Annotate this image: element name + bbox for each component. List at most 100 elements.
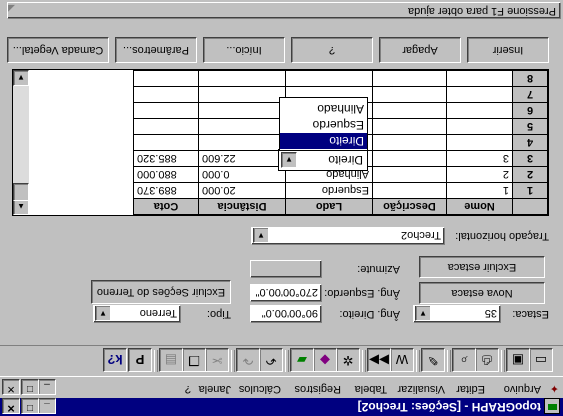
close-button[interactable]: ✕ <box>2 398 20 414</box>
menu-registros[interactable]: Registros <box>295 383 341 395</box>
cell-descricao[interactable] <box>372 182 447 199</box>
lado-option-alinhado[interactable]: Alinhado <box>280 101 367 117</box>
column-header-lado[interactable]: Lado <box>285 198 373 215</box>
redo-icon[interactable]: ↷ <box>236 348 260 372</box>
cell-distancia[interactable]: 0.000 <box>198 166 286 183</box>
chevron-down-icon[interactable]: ▼ <box>415 305 431 321</box>
copy-icon[interactable]: ❐ <box>182 348 206 372</box>
cell-nome[interactable] <box>446 118 513 135</box>
minimize-button[interactable]: _ <box>38 398 56 414</box>
chevron-down-icon[interactable]: ▼ <box>253 227 269 243</box>
paste-icon[interactable]: ▤ <box>159 348 183 372</box>
print-icon[interactable]: ⎙ <box>475 348 499 372</box>
zoom-window-icon[interactable]: W <box>390 348 414 372</box>
cell-nome[interactable] <box>446 70 513 87</box>
tipo-select[interactable]: Terreno ▼ <box>93 305 181 323</box>
cell-descricao[interactable] <box>372 86 447 103</box>
cell-descricao[interactable] <box>372 166 447 183</box>
cell-nome[interactable]: 3 <box>446 150 513 167</box>
cell-descricao[interactable] <box>372 102 447 119</box>
estaca-select[interactable]: 35 ▼ <box>413 305 501 323</box>
cell-distancia[interactable] <box>198 134 286 151</box>
lado-dropdown[interactable]: Direito ▼ <box>278 149 368 171</box>
save-icon[interactable]: ▣ <box>506 348 530 372</box>
cell-nome[interactable]: 1 <box>446 182 513 199</box>
cell-cota[interactable]: 880.000 <box>133 166 199 183</box>
cell-distancia[interactable] <box>198 86 286 103</box>
table-row[interactable]: 1 1 Esquerdo 20.000 889.370 <box>133 182 548 199</box>
tracado-select[interactable]: Trecho2 ▼ <box>251 227 445 245</box>
cell-cota[interactable]: 889.370 <box>133 182 199 199</box>
menu-janela[interactable]: Janela <box>199 383 231 395</box>
apagar-button[interactable]: Apagar <box>379 37 461 63</box>
forward-icon[interactable]: ▶▶ <box>367 348 391 372</box>
cell-descricao[interactable] <box>372 118 447 135</box>
column-header-nome[interactable]: Nome <box>446 198 513 215</box>
excluir-secoes-button[interactable]: Excluir Seções do Terreno <box>91 280 231 304</box>
colors-icon[interactable]: ▰ <box>290 348 314 372</box>
cell-nome[interactable] <box>446 102 513 119</box>
lado-option-direito[interactable]: Direito <box>280 133 367 149</box>
maximize-button[interactable]: □ <box>21 398 39 414</box>
pencil-icon[interactable]: ✎ <box>421 348 445 372</box>
cell-descricao[interactable] <box>372 70 447 87</box>
column-header-descricao[interactable]: Descrição <box>372 198 447 215</box>
cell-distancia[interactable]: 20.000 <box>198 182 286 199</box>
cell-lado[interactable]: Esquerdo <box>285 182 373 199</box>
document-icon[interactable]: ✦ <box>550 382 559 395</box>
cell-descricao[interactable] <box>372 150 447 167</box>
parametros-button[interactable]: Parâmetros... <box>115 37 197 63</box>
help-icon[interactable]: k? <box>103 348 127 372</box>
chevron-down-icon[interactable]: ▼ <box>95 305 111 321</box>
new-icon[interactable]: ▭ <box>529 348 553 372</box>
resize-grip-icon[interactable]: ◢ <box>8 3 15 14</box>
undo-icon[interactable]: ↶ <box>259 348 283 372</box>
chevron-down-icon[interactable]: ▼ <box>281 152 297 168</box>
cell-nome[interactable]: 2 <box>446 166 513 183</box>
cut-icon[interactable]: ✂ <box>205 348 229 372</box>
menu-editar[interactable]: Editar <box>456 383 485 395</box>
menu-visualizar[interactable]: Visualizar <box>398 383 446 395</box>
inicio-button[interactable]: Início... <box>203 37 285 63</box>
nova-estaca-button[interactable]: Nova estaca <box>419 282 545 304</box>
points-icon[interactable]: ✲ <box>336 348 360 372</box>
scroll-thumb[interactable] <box>13 183 29 201</box>
cell-distancia[interactable]: 22.600 <box>198 150 286 167</box>
help-button[interactable]: ? <box>291 37 373 63</box>
grid-vertical-scrollbar[interactable]: ▲ ▼ <box>13 70 29 215</box>
doc-restore-button[interactable]: □ <box>21 379 39 395</box>
cell-distancia[interactable] <box>198 118 286 135</box>
menu-calculos[interactable]: Cálculos <box>239 383 281 395</box>
cell-nome[interactable] <box>446 86 513 103</box>
doc-close-button[interactable]: ✕ <box>2 379 20 395</box>
doc-minimize-button[interactable]: _ <box>38 379 56 395</box>
print-preview-icon[interactable]: ⌕ <box>452 348 476 372</box>
title-bar[interactable]: topoGRAPH - [Seções: Trecho2] _ □ ✕ <box>0 398 563 416</box>
column-header-distancia[interactable]: Distância <box>198 198 286 215</box>
ang-direito-field[interactable]: 90°00'00.0" <box>250 305 322 323</box>
inserir-button[interactable]: Inserir <box>467 37 549 63</box>
cell-cota[interactable] <box>133 86 199 103</box>
excluir-estaca-button[interactable]: Excluir estaca <box>419 256 545 278</box>
cell-distancia[interactable] <box>198 102 286 119</box>
scroll-up-icon[interactable]: ▲ <box>13 199 29 215</box>
cell-cota[interactable] <box>133 102 199 119</box>
cell-descricao[interactable] <box>372 134 447 151</box>
lado-option-esquerdo[interactable]: Esquerdo <box>280 117 367 133</box>
scroll-down-icon[interactable]: ▼ <box>13 70 29 86</box>
properties-icon[interactable]: P <box>128 348 152 372</box>
camada-vegetal-button[interactable]: Camada Vegetal... <box>7 37 109 63</box>
menu-arquivo[interactable]: Arquivo <box>504 383 541 395</box>
table-row[interactable]: 8 <box>133 70 548 87</box>
app-icon[interactable] <box>544 398 560 414</box>
menu-tabela[interactable]: Tabela <box>355 383 387 395</box>
cell-nome[interactable] <box>446 134 513 151</box>
menu-help[interactable]: ? <box>185 383 191 395</box>
column-header-cota[interactable]: Cota <box>133 198 199 215</box>
cell-lado[interactable] <box>285 70 373 87</box>
cell-cota[interactable] <box>133 118 199 135</box>
ang-esquerdo-field[interactable]: 270°00'00.0" <box>250 284 322 302</box>
cell-cota[interactable] <box>133 70 199 87</box>
cell-cota[interactable] <box>133 134 199 151</box>
cell-cota[interactable]: 885.320 <box>133 150 199 167</box>
